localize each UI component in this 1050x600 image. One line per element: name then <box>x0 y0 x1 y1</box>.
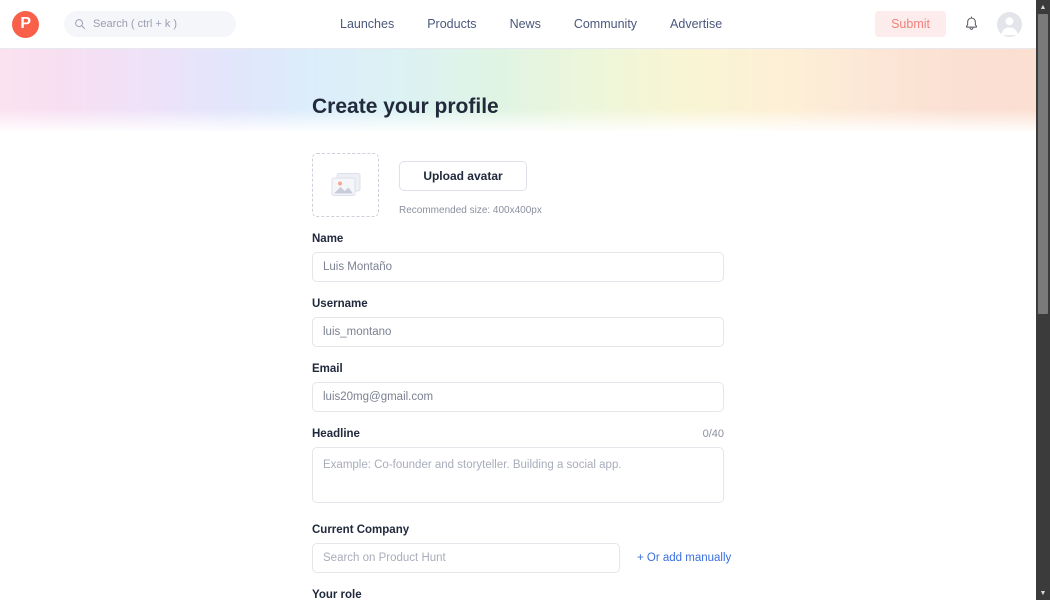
username-input[interactable] <box>312 317 724 347</box>
nav-link-launches[interactable]: Launches <box>340 17 394 31</box>
field-headline: Headline 0/40 <box>312 428 1036 508</box>
add-company-manually-link[interactable]: + Or add manually <box>637 552 731 564</box>
email-input[interactable] <box>312 382 724 412</box>
topbar-actions: Submit <box>875 11 1022 37</box>
product-hunt-logo-icon[interactable]: P <box>12 10 39 38</box>
search-placeholder: Search ( ctrl + k ) <box>93 18 178 30</box>
field-name-header: Name <box>312 233 724 245</box>
field-username-label: Username <box>312 298 368 310</box>
avatar-dropzone[interactable] <box>312 153 379 217</box>
scrollbar-thumb[interactable] <box>1038 14 1048 314</box>
user-avatar[interactable] <box>997 11 1022 37</box>
page-viewport: P Search ( ctrl + k ) Launches Products … <box>0 0 1036 600</box>
avatar-upload-row: Upload avatar Recommended size: 400x400p… <box>312 153 1036 217</box>
field-email: Email <box>312 363 1036 412</box>
avatar-upload-controls: Upload avatar Recommended size: 400x400p… <box>399 153 542 216</box>
headline-textarea[interactable] <box>312 447 724 503</box>
recommended-size-text: Recommended size: 400x400px <box>399 205 542 216</box>
page-scrollbar[interactable]: ▲ ▼ <box>1036 0 1050 600</box>
field-headline-header: Headline 0/40 <box>312 428 724 440</box>
submit-button[interactable]: Submit <box>875 11 946 37</box>
field-headline-label: Headline <box>312 428 360 440</box>
page-title: Create your profile <box>312 95 499 118</box>
nav-link-products[interactable]: Products <box>427 17 476 31</box>
main-nav-links: Launches Products News Community Adverti… <box>340 17 722 31</box>
image-placeholder-icon <box>331 173 360 196</box>
scrollbar-down-arrow-icon[interactable]: ▼ <box>1036 586 1050 600</box>
user-avatar-icon <box>1001 16 1018 35</box>
hero-gradient-banner: Create your profile <box>0 49 1036 131</box>
field-your-role: Your role <box>312 589 1036 600</box>
field-username-header: Username <box>312 298 724 310</box>
field-role-label: Your role <box>312 589 362 600</box>
field-name: Name <box>312 233 1036 282</box>
field-company-label: Current Company <box>312 524 410 536</box>
scrollbar-up-arrow-icon[interactable]: ▲ <box>1036 0 1050 14</box>
search-input[interactable]: Search ( ctrl + k ) <box>64 11 236 37</box>
top-navigation-bar: P Search ( ctrl + k ) Launches Products … <box>0 0 1036 49</box>
field-current-company: Current Company + Or add manually <box>312 524 1036 573</box>
field-email-label: Email <box>312 363 343 375</box>
create-profile-form: Upload avatar Recommended size: 400x400p… <box>0 131 1036 600</box>
field-username: Username <box>312 298 1036 347</box>
upload-avatar-button[interactable]: Upload avatar <box>399 161 527 191</box>
company-search-input[interactable] <box>312 543 620 573</box>
headline-char-counter: 0/40 <box>702 428 724 440</box>
nav-link-news[interactable]: News <box>510 17 541 31</box>
notification-bell-icon[interactable] <box>963 16 980 33</box>
field-company-header: Current Company <box>312 524 724 536</box>
field-name-label: Name <box>312 233 344 245</box>
nav-link-advertise[interactable]: Advertise <box>670 17 722 31</box>
field-role-header: Your role <box>312 589 724 600</box>
logo-letter: P <box>20 15 31 32</box>
company-input-row: + Or add manually <box>312 543 1036 573</box>
name-input[interactable] <box>312 252 724 282</box>
search-icon <box>75 19 85 29</box>
nav-link-community[interactable]: Community <box>574 17 637 31</box>
field-email-header: Email <box>312 363 724 375</box>
